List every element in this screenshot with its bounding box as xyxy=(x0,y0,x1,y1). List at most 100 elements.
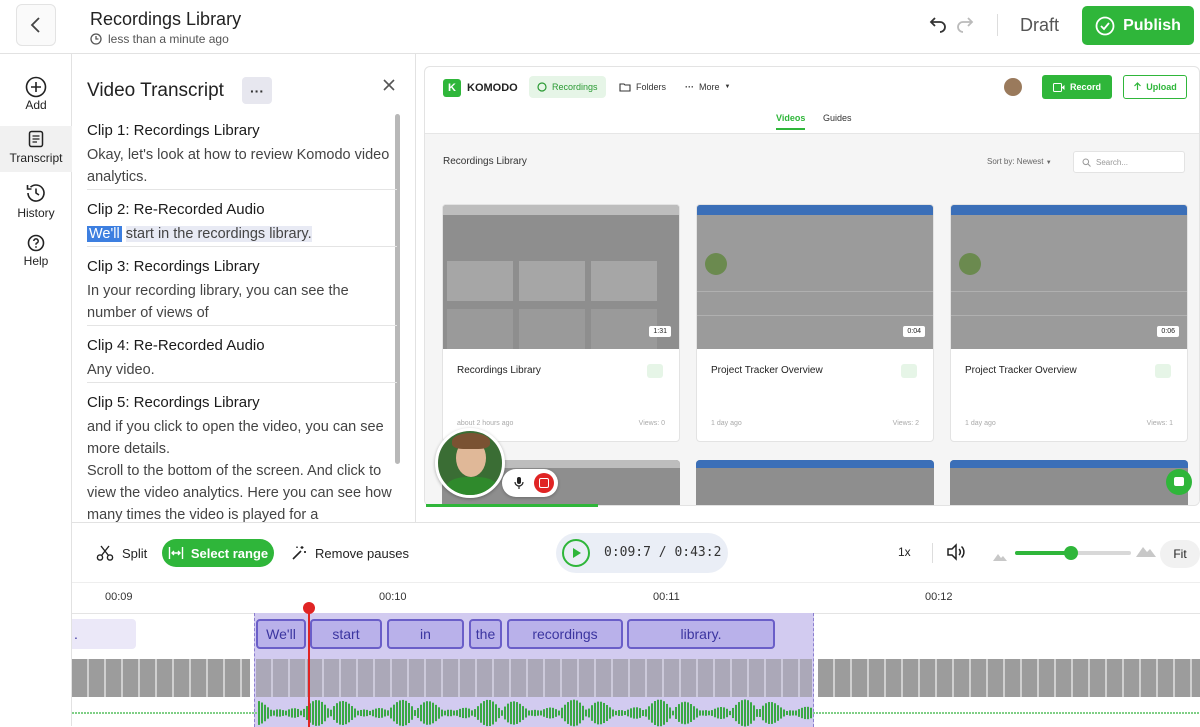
link-icon[interactable] xyxy=(901,364,917,378)
fit-button[interactable]: Fit xyxy=(1160,540,1200,568)
library-title: Recordings Library xyxy=(443,156,527,167)
chevron-left-icon xyxy=(30,17,40,33)
clip-item[interactable]: Clip 4: Re-Recorded Audio Any video. xyxy=(87,337,397,381)
clip-item[interactable]: Clip 1: Recordings Library Okay, let's l… xyxy=(87,122,397,188)
redo-icon xyxy=(957,17,974,33)
tab-videos[interactable]: Videos xyxy=(776,113,806,130)
undo-button[interactable] xyxy=(928,14,948,39)
publish-label: Publish xyxy=(1123,16,1181,34)
close-icon xyxy=(383,79,395,91)
redo-button[interactable] xyxy=(955,14,975,39)
divider xyxy=(87,189,397,190)
record-button[interactable]: Record xyxy=(1042,75,1112,99)
word-chip[interactable]: the xyxy=(469,619,502,649)
tab-guides[interactable]: Guides xyxy=(823,113,852,123)
more-options-button[interactable]: ··· xyxy=(242,77,272,104)
clip-item[interactable]: Clip 2: Re-Recorded Audio We'll start in… xyxy=(87,201,397,245)
check-circle-icon xyxy=(1095,16,1115,35)
publish-button[interactable]: Publish xyxy=(1082,6,1194,45)
avatar[interactable] xyxy=(1004,78,1022,96)
logo-mark: K xyxy=(443,79,461,97)
rail-item-add[interactable]: Add xyxy=(0,76,72,116)
word-chip[interactable]: recordings xyxy=(507,619,623,649)
video-card[interactable]: 0:04 Project Tracker Overview 1 day ago … xyxy=(696,204,934,442)
nav-tab-recordings[interactable]: Recordings xyxy=(529,76,606,98)
stop-recording-button[interactable] xyxy=(534,473,554,493)
left-rail: Add Transcript History Help xyxy=(0,54,72,726)
clip-item[interactable]: Clip 3: Recordings Library In your recor… xyxy=(87,258,397,324)
clip-text: Any video. xyxy=(87,362,155,378)
video-thumbnail: 0:04 xyxy=(697,205,933,349)
help-icon xyxy=(27,234,45,252)
audio-waveform xyxy=(72,699,1199,727)
preview-progress-bar xyxy=(426,504,598,507)
app-nav: K KOMODO Recordings Folders ··· More ▼ R… xyxy=(425,67,1199,131)
caret-down-icon: ▼ xyxy=(1045,160,1052,166)
back-button[interactable] xyxy=(16,4,56,46)
select-range-label: Select range xyxy=(190,545,269,561)
stop-icon xyxy=(539,478,549,488)
search-input[interactable]: Search... xyxy=(1073,151,1185,173)
draft-status: Draft xyxy=(1020,15,1060,35)
chat-icon[interactable] xyxy=(1166,469,1192,495)
word-chip[interactable]: start xyxy=(310,619,382,649)
link-icon[interactable] xyxy=(647,364,663,378)
clip-item[interactable]: Clip 5: Recordings Library and if you cl… xyxy=(87,394,397,522)
timeline[interactable]: 00:09 00:10 00:11 00:12 . We'll start in… xyxy=(72,582,1200,727)
video-card[interactable] xyxy=(696,460,934,505)
play-button[interactable] xyxy=(562,539,590,567)
save-status: less than a minute ago xyxy=(90,32,241,46)
logo-text: KOMODO xyxy=(467,82,518,94)
word-chip[interactable]: . xyxy=(72,619,136,649)
upload-button[interactable]: Upload xyxy=(1123,75,1187,99)
zoom-slider-handle[interactable] xyxy=(1063,546,1078,560)
split-button[interactable]: Split xyxy=(96,523,147,583)
microphone-icon[interactable] xyxy=(514,476,524,490)
word-chip[interactable]: in xyxy=(387,619,464,649)
clip-text: In your recording library, you can see t… xyxy=(87,283,349,321)
tab-label: More xyxy=(699,82,720,92)
word-chip[interactable]: We'll xyxy=(256,619,306,649)
rail-item-label: Help xyxy=(23,254,49,268)
word-chip[interactable]: library. xyxy=(627,619,775,649)
link-icon[interactable] xyxy=(1155,364,1171,378)
divider xyxy=(932,543,933,563)
close-button[interactable] xyxy=(382,78,396,97)
record-label: Record xyxy=(1069,82,1101,92)
page-title: Recordings Library xyxy=(90,9,242,29)
tab-label: Recordings xyxy=(552,82,598,92)
card-date: 1 day ago xyxy=(965,420,996,427)
nav-tab-folders[interactable]: Folders xyxy=(611,76,674,98)
panel-title: Video Transcript xyxy=(87,80,224,101)
divider xyxy=(87,246,397,247)
rail-item-help[interactable]: Help xyxy=(0,234,72,274)
video-card[interactable]: 0:06 Project Tracker Overview 1 day ago … xyxy=(950,204,1188,442)
upload-label: Upload xyxy=(1146,82,1177,92)
volume-button[interactable] xyxy=(946,543,966,566)
rail-item-label: History xyxy=(17,206,55,220)
clip-text: We'll start in the recordings library. xyxy=(87,223,397,245)
sort-dropdown[interactable]: Sort by: Newest ▼ xyxy=(987,157,1052,166)
zoom-out-icon[interactable] xyxy=(993,548,1007,566)
video-card[interactable]: 1:31 Recordings Library about 2 hours ag… xyxy=(442,204,680,442)
zoom-slider-fill xyxy=(1015,551,1071,555)
select-range-button[interactable]: Select range xyxy=(162,539,274,567)
playback-speed-button[interactable]: 1x xyxy=(898,545,911,559)
webcam-bubble[interactable] xyxy=(435,428,505,498)
nav-tab-more[interactable]: ··· More ▼ xyxy=(677,76,738,98)
remove-pauses-button[interactable]: Remove pauses xyxy=(291,523,409,583)
split-label: Split xyxy=(122,545,148,561)
duration-badge: 0:04 xyxy=(903,326,925,337)
video-preview[interactable]: K KOMODO Recordings Folders ··· More ▼ R… xyxy=(424,66,1200,506)
rail-item-transcript[interactable]: Transcript xyxy=(0,126,72,172)
playhead-handle[interactable] xyxy=(303,602,315,614)
magic-wand-icon xyxy=(292,546,306,560)
top-bar: Recordings Library less than a minute ag… xyxy=(0,0,1200,54)
video-card[interactable] xyxy=(950,460,1188,505)
rail-item-history[interactable]: History xyxy=(0,182,72,222)
playhead[interactable] xyxy=(303,602,315,727)
zoom-slider[interactable] xyxy=(1015,546,1131,560)
recording-controls xyxy=(502,469,558,497)
zoom-in-icon[interactable] xyxy=(1136,544,1156,562)
recordings-icon xyxy=(537,82,547,92)
